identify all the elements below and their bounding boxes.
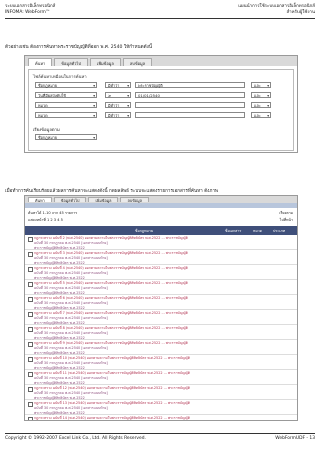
operator-select[interactable]: มีคำว่า <box>105 82 131 89</box>
row-checkbox[interactable] <box>28 387 33 392</box>
table-row[interactable]: กฎกระทรวง ฉบับที่ 5 (พ.ศ.2540) ออกตามควา… <box>25 280 297 295</box>
row-checkbox[interactable] <box>28 312 33 317</box>
table-row[interactable]: กฎกระทรวง ฉบับที่ 10 (พ.ศ.2540) ออกตามคว… <box>25 355 297 370</box>
tab-delete[interactable]: ลบข้อมูล <box>122 58 153 66</box>
footer-divider <box>5 433 315 434</box>
table-row[interactable]: กฎกระทรวง ฉบับที่ 14 (พ.ศ.2540) ออกตามคว… <box>25 415 297 420</box>
copyright: Copyright © 1992-2007 Excel Link Co., Lt… <box>5 436 146 441</box>
row-checkbox[interactable] <box>28 267 33 272</box>
value-input[interactable]: พระราชบัญญัติ <box>135 82 245 88</box>
tab-general[interactable]: ข้อมูลทั่วไป <box>54 58 88 66</box>
field-select[interactable]: วันที่มีผลบังคับใช้ <box>35 92 97 99</box>
value-input[interactable]: 01/01/2540 <box>135 92 245 98</box>
row-checkbox[interactable] <box>28 357 33 362</box>
table-row[interactable]: กฎกระทรวง ฉบับที่ 3 (พ.ศ.2540) ออกตามควา… <box>25 250 297 265</box>
logic-select[interactable]: และ <box>251 92 271 99</box>
page-number: WebFormUDF - 13 <box>275 436 315 441</box>
row-checkbox[interactable] <box>28 282 33 287</box>
header-divider <box>5 18 315 19</box>
criteria-row: หมวด มีคำว่า และ <box>35 112 275 120</box>
table-row[interactable]: กฎกระทรวง ฉบับที่ 7 (พ.ศ.2540) ออกตามควา… <box>25 310 297 325</box>
row-checkbox[interactable] <box>28 237 33 242</box>
value-input[interactable] <box>135 112 245 118</box>
header-left-line2: INFOMA: WebForm™ <box>5 10 51 15</box>
operator-select[interactable]: มีคำว่า <box>105 112 131 119</box>
logic-select[interactable]: และ <box>251 112 271 119</box>
tab-delete[interactable]: ลบข้อมูล <box>120 197 149 203</box>
tab-add[interactable]: เพิ่มข้อมูล <box>88 197 119 203</box>
row-checkbox[interactable] <box>28 327 33 332</box>
operator-select[interactable]: มีคำว่า <box>105 102 131 109</box>
pagination[interactable]: แสดงหน้าที่ 1 2 3 4 5 <box>28 217 63 223</box>
criteria-row: วันที่มีผลบังคับใช้ ≥ 01/01/2540 และ <box>35 92 275 100</box>
row-checkbox[interactable] <box>28 252 33 257</box>
col-header-category[interactable]: หมวด <box>253 228 262 234</box>
row-checkbox[interactable] <box>28 402 33 407</box>
logic-select[interactable]: และ <box>251 102 271 109</box>
search-form-screenshot: ค้นหา ข้อมูลทั่วไป เพิ่มข้อมูล ลบข้อมูล … <box>24 55 298 153</box>
search-tabs: ค้นหา ข้อมูลทั่วไป เพิ่มข้อมูล ลบข้อมูล <box>25 56 297 66</box>
field-select[interactable]: ชื่อกฎหมาย <box>35 82 97 89</box>
field-select[interactable]: หมวด <box>35 102 97 109</box>
results-header: ชื่อกฎหมาย ชื่อเอกสาร หมวด ประเภท <box>25 226 297 235</box>
row-checkbox[interactable] <box>28 342 33 347</box>
tab-general[interactable]: ข้อมูลทั่วไป <box>53 197 87 203</box>
col-header-title[interactable]: ชื่อกฎหมาย <box>135 228 153 234</box>
intro-text: ตัวอย่างเช่น ต้องการค้นหาพระราชบัญญัติที… <box>5 45 153 50</box>
table-row[interactable]: กฎกระทรวง ฉบับที่ 6 (พ.ศ.2540) ออกตามควา… <box>25 295 297 310</box>
search-panel: ไฟล์ค้นหาเหมือนในการค้นหา ชื่อกฎหมาย มีค… <box>28 69 294 151</box>
value-input[interactable] <box>135 102 245 108</box>
table-row[interactable]: กฎกระทรวง ฉบับที่ 8 (พ.ศ.2540) ออกตามควา… <box>25 325 297 340</box>
field-select[interactable]: หมวด <box>35 112 97 119</box>
row-checkbox[interactable] <box>28 297 33 302</box>
header-right: แผนนำการใช้ระบบเอกสารอิเล็กทรอนิกส์ สำหร… <box>238 4 315 16</box>
tab-add[interactable]: เพิ่มข้อมูล <box>89 58 121 66</box>
operator-select[interactable]: ≥ <box>105 92 131 99</box>
table-row[interactable]: กฎกระทรวง ฉบับที่ 9 (พ.ศ.2540) ออกตามควา… <box>25 340 297 355</box>
tab-search[interactable]: ค้นหา <box>28 197 52 203</box>
goto-page[interactable]: ไปที่หน้า <box>280 217 293 223</box>
sort-control[interactable]: เรียงตาม <box>279 210 293 216</box>
result-text: เมื่อทำการค้นเรียบร้อยแล้วผลการค้นหาจะแส… <box>5 189 219 194</box>
sort-select[interactable]: ชื่อกฎหมาย <box>35 134 97 141</box>
row-checkbox[interactable] <box>28 372 33 377</box>
record-title[interactable]: กฎกระทรวง ฉบับที่ 14 (พ.ศ.2540) ออกตามคว… <box>34 416 190 420</box>
sort-label: เรียงข้อมูลตาม <box>33 127 60 132</box>
col-header-doc[interactable]: ชื่อเอกสาร <box>225 228 241 234</box>
table-row[interactable]: กฎกระทรวง ฉบับที่ 11 (พ.ศ.2540) ออกตามคว… <box>25 370 297 385</box>
result-count: ค้นหาได้ 1-10 จาก 45 รายการ <box>28 211 78 215</box>
results-list: กฎกระทรวง ฉบับที่ 2 (พ.ศ.2540) ออกตามควา… <box>25 235 297 420</box>
row-checkbox[interactable] <box>28 417 33 420</box>
table-row[interactable]: กฎกระทรวง ฉบับที่ 13 (พ.ศ.2540) ออกตามคว… <box>25 400 297 415</box>
criteria-row: หมวด มีคำว่า และ <box>35 102 275 110</box>
results-tabs: ค้นหา ข้อมูลทั่วไป เพิ่มข้อมูล ลบข้อมูล <box>25 196 297 203</box>
criteria-row: ชื่อกฎหมาย มีคำว่า พระราชบัญญัติ และ <box>35 82 275 90</box>
panel-title: ไฟล์ค้นหาเหมือนในการค้นหา <box>33 74 87 79</box>
logic-select[interactable]: และ <box>251 82 271 89</box>
header-right-line2: สำหรับผู้ใช้งาน <box>286 10 316 15</box>
col-header-type[interactable]: ประเภท <box>273 228 285 234</box>
table-row[interactable]: กฎกระทรวง ฉบับที่ 4 (พ.ศ.2540) ออกตามควา… <box>25 265 297 280</box>
table-row[interactable]: กฎกระทรวง ฉบับที่ 12 (พ.ศ.2540) ออกตามคว… <box>25 385 297 400</box>
tab-search[interactable]: ค้นหา <box>28 58 53 66</box>
header-left: ระบบเอกสารอิเล็กทรอนิกส์ INFOMA: WebForm… <box>5 4 55 16</box>
results-meta: ค้นหาได้ 1-10 จาก 45 รายการ แสดงหน้าที่ … <box>25 208 297 226</box>
table-row[interactable]: กฎกระทรวง ฉบับที่ 2 (พ.ศ.2540) ออกตามควา… <box>25 235 297 250</box>
results-screenshot: ค้นหา ข้อมูลทั่วไป เพิ่มข้อมูล ลบข้อมูล … <box>24 195 298 421</box>
